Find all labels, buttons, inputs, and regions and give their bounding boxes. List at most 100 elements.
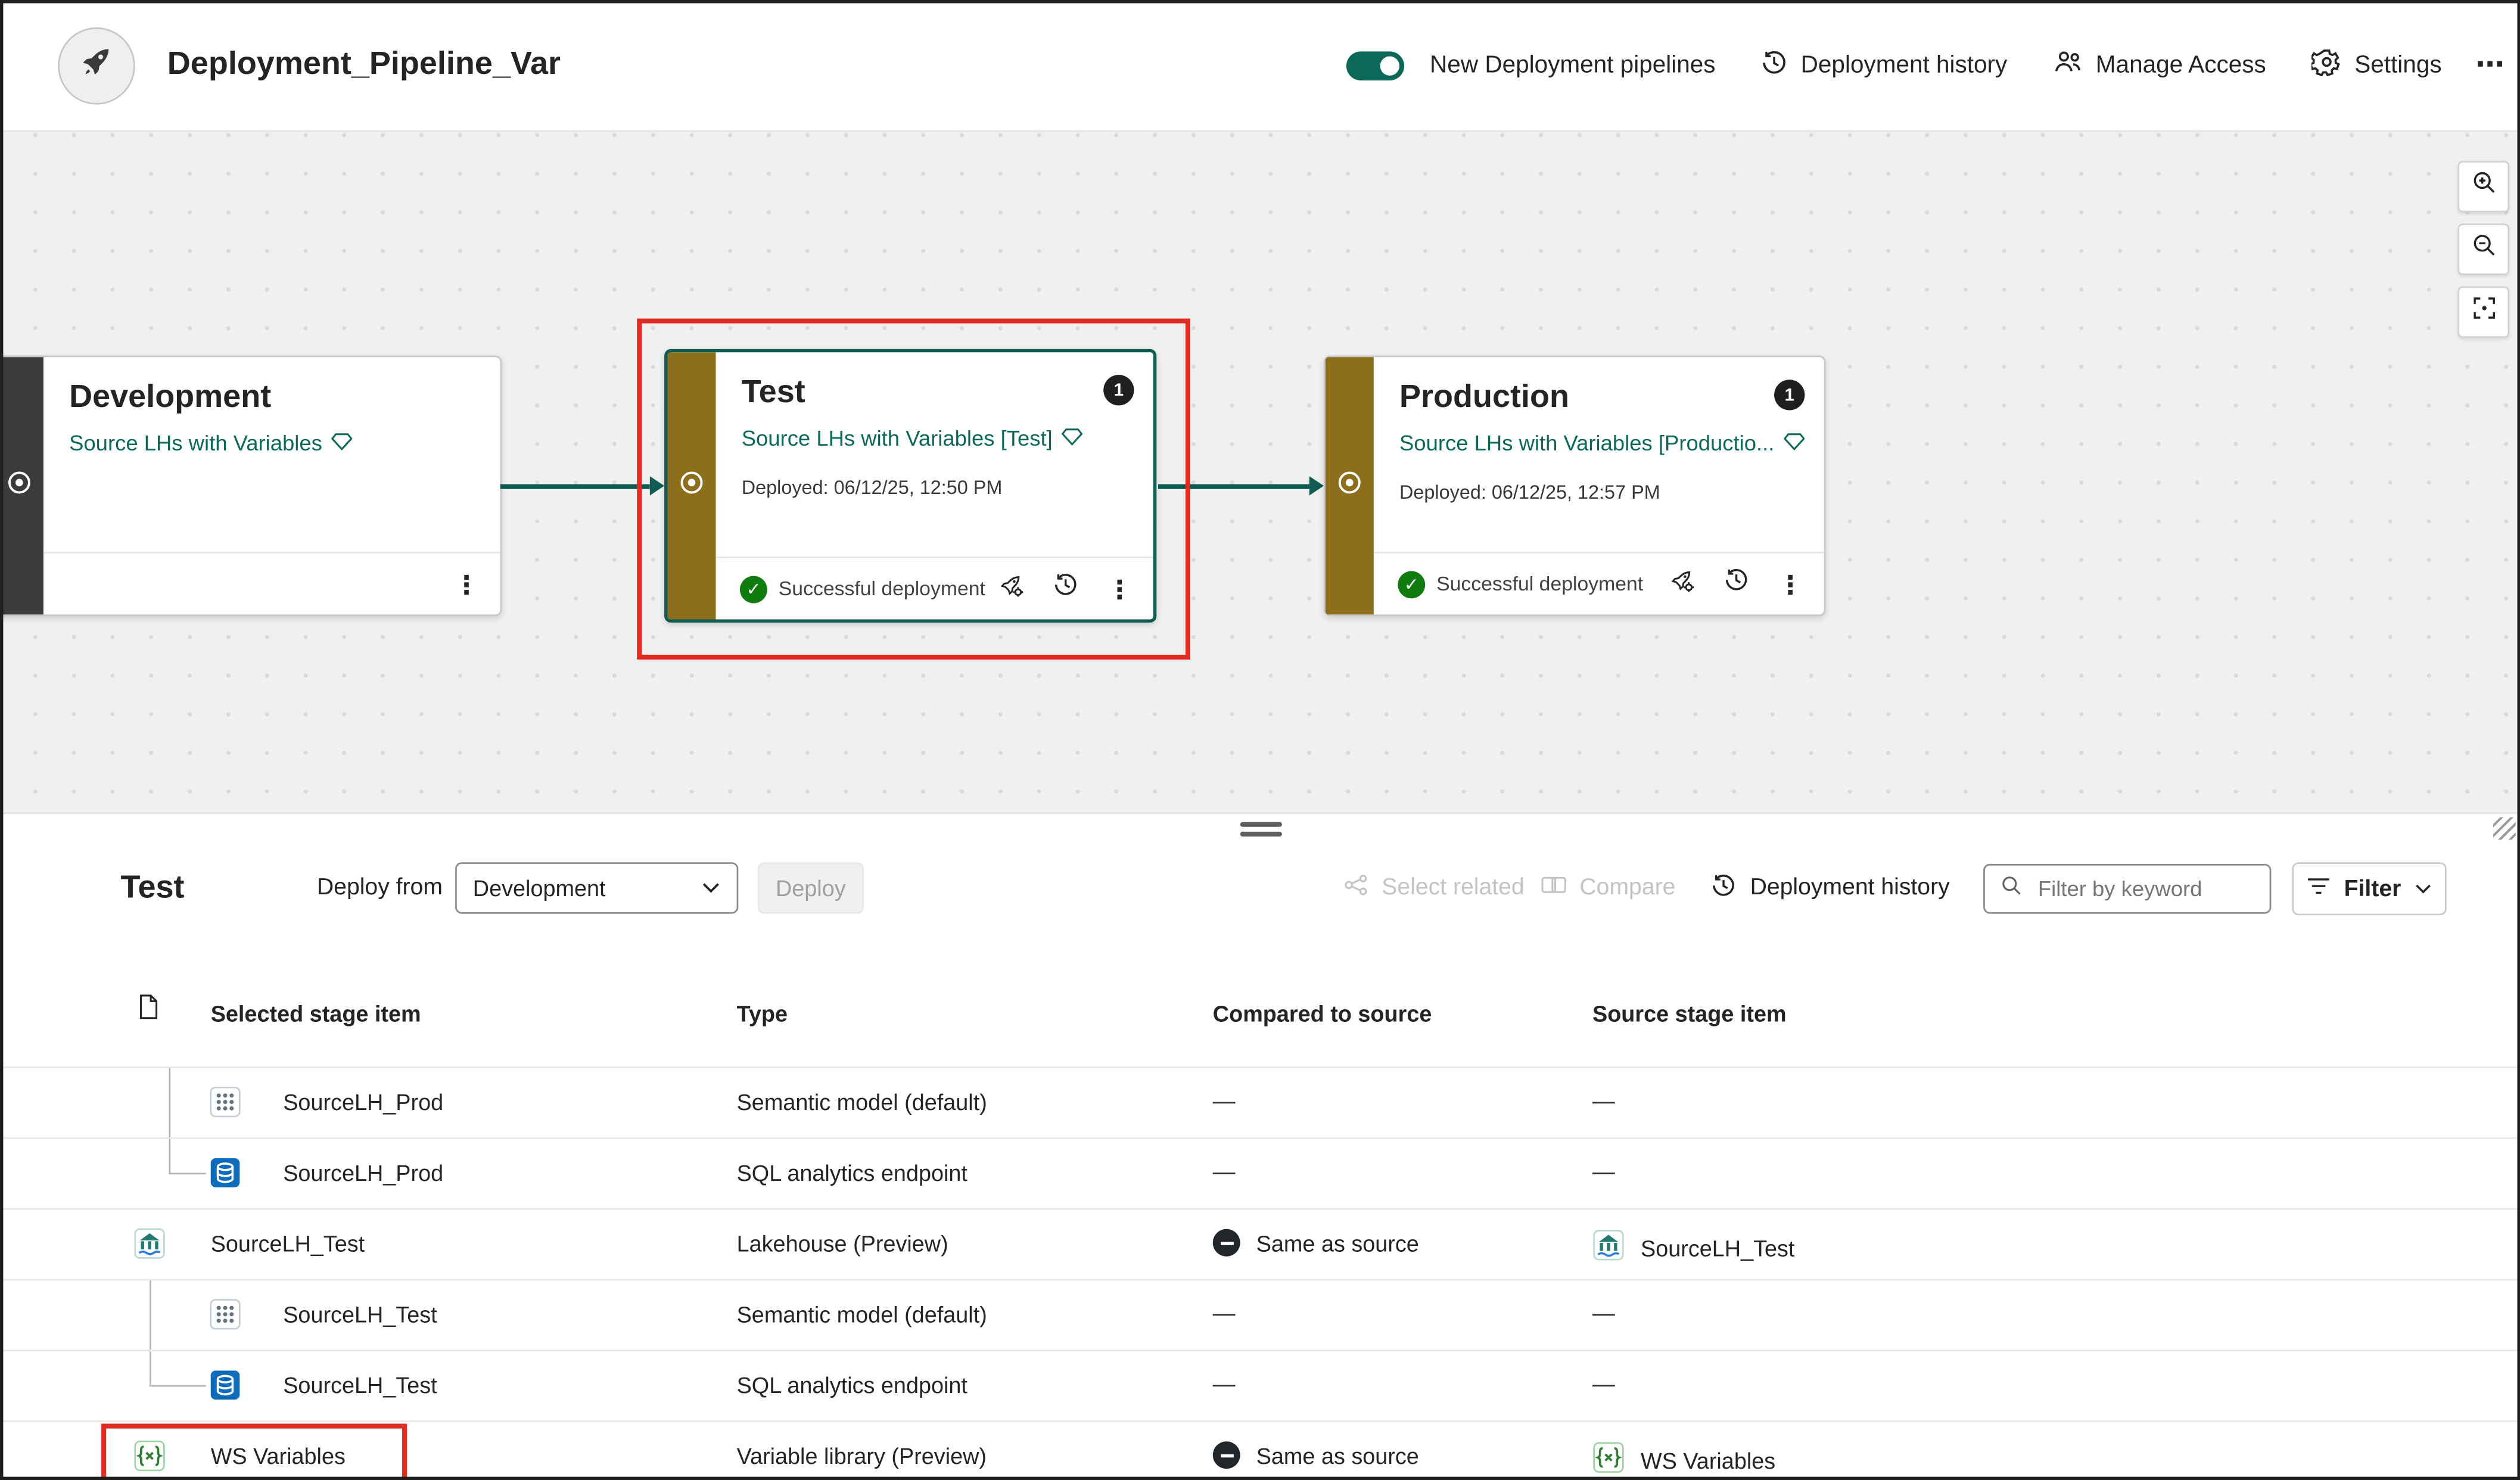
page-title: Deployment_Pipeline_Var [167,46,561,83]
more-vertical-icon: ⋮ [1778,568,1803,599]
deployment-status-label: Successful deployment [1436,573,1643,595]
stage-card-body: Test 1 Source LHs with Variables [Test] … [716,352,1153,619]
table-row-sourcelh-test-lakehouse[interactable]: SourceLH_Test Lakehouse (Preview) Same a… [0,1208,2520,1280]
stage-name: Production [1399,377,1569,418]
stage-card-development[interactable]: Development Source LHs with Variables ⋮ [0,356,502,616]
table-row-ws-variables[interactable]: WS Variables Variable library (Preview) … [0,1420,2520,1480]
deploy-from-dropdown[interactable]: Development [455,862,738,913]
workspace-name: Source LHs with Variables [69,431,322,456]
success-check-icon: ✓ [1398,570,1425,598]
zoom-out-button[interactable] [2458,223,2509,275]
sql-endpoint-icon [209,1369,241,1401]
stage-history-button[interactable] [1715,563,1756,605]
panel-title: Test [121,862,185,913]
variable-library-icon [1592,1441,1625,1478]
endorsement-diamond-icon [1062,427,1083,451]
stage-card-footer: ✓ Successful deployment [1374,552,1824,614]
variable-library-icon [133,1440,166,1472]
item-type: SQL analytics endpoint [737,1372,967,1398]
stage-history-button[interactable] [1044,568,1085,610]
item-name: SourceLH_Test [211,1231,365,1257]
lakehouse-icon [133,1227,166,1260]
stage-card-body: Development Source LHs with Variables ⋮ [43,357,500,614]
gear-icon [2311,46,2341,83]
column-header-type: Type [737,1000,788,1026]
stage-more-button[interactable]: ⋮ [1769,563,1811,605]
filter-button[interactable]: Filter [2292,862,2447,915]
stage-strip [668,352,716,619]
table-row-sourcelh-test-sql[interactable]: SourceLH_Test SQL analytics endpoint — — [0,1350,2520,1422]
stage-strip [1326,357,1374,614]
stage-connector-icon [677,467,707,504]
keyword-filter-input[interactable] [2035,875,2255,903]
deployment-history-label: Deployment history [1801,51,2008,79]
compare-button[interactable]: Compare [1541,862,1676,913]
history-icon [1051,571,1078,607]
settings-label: Settings [2354,51,2441,79]
select-related-button[interactable]: Select related [1343,862,1525,913]
fit-to-screen-button[interactable] [2458,287,2509,338]
deployment-history-button[interactable]: Deployment history [1741,38,2025,92]
column-header-selected-stage-item: Selected stage item [211,1000,421,1026]
table-row-sourcelh-test-semantic[interactable]: SourceLH_Test Semantic model (default) —… [0,1279,2520,1352]
deployment-status-label: Successful deployment [779,577,985,600]
deployed-timestamp: Deployed: 06/12/25, 12:57 PM [1399,481,1805,503]
compare-label: Compare [1579,875,1675,901]
item-count-badge: 1 [1774,380,1805,410]
rocket-icon [77,42,116,88]
item-name: SourceLH_Test [283,1372,437,1398]
stage-more-button[interactable]: ⋮ [446,563,487,605]
pipeline-logo [58,27,135,104]
stage-more-button[interactable]: ⋮ [1099,568,1140,610]
workspace-link[interactable]: Source LHs with Variables [Test] [742,427,1134,451]
item-type: Semantic model (default) [737,1301,987,1327]
resize-corner-handle[interactable] [2493,817,2516,840]
settings-button[interactable]: Settings [2294,37,2460,94]
deploy-from-label: Deploy from [317,862,443,913]
table-row-sourcelh-prod-sql[interactable]: SourceLH_Prod SQL analytics endpoint — — [0,1137,2520,1210]
more-options-button[interactable]: ⋯ [2469,48,2505,82]
semantic-model-icon [209,1298,241,1330]
compared-text: Same as source [1256,1442,1419,1468]
deployed-timestamp: Deployed: 06/12/25, 12:50 PM [742,476,1134,499]
deploy-rocket-gear-icon [997,571,1024,607]
stage-strip [0,357,43,614]
table-row-sourcelh-prod-semantic[interactable]: SourceLH_Prod Semantic model (default) —… [0,1067,2520,1139]
workspace-link[interactable]: Source LHs with Variables [69,431,481,456]
history-icon [1759,48,1788,83]
panel-deployment-history-label: Deployment history [1750,875,1950,901]
item-count-badge: 1 [1103,375,1134,405]
compared-to-source-value: — [1213,1370,1236,1396]
stage-card-production[interactable]: Production 1 Source LHs with Variables [… [1324,356,1825,616]
pipeline-canvas: Development Source LHs with Variables ⋮ [0,132,2520,812]
header-actions: New Deployment pipelines Deployment hist… [1346,37,2505,94]
panel-resize-handle[interactable] [1239,822,1281,837]
stage-card-test[interactable]: Test 1 Source LHs with Variables [Test] … [664,349,1156,623]
compared-to-source-value: Same as source [1213,1229,1419,1257]
keyword-filter-search [1983,864,2271,914]
filter-label: Filter [2344,876,2401,901]
history-icon [1722,566,1749,601]
zoom-in-button[interactable] [2458,161,2509,212]
manage-access-button[interactable]: Manage Access [2034,37,2283,94]
more-vertical-icon: ⋮ [453,568,479,599]
item-type: Semantic model (default) [737,1089,987,1115]
zoom-in-icon [2470,169,2497,204]
panel-deployment-history-button[interactable]: Deployment history [1710,862,1950,913]
search-icon [1999,873,2024,905]
source-stage-item-value: — [1592,1087,1615,1113]
zoom-controls [2458,161,2509,338]
more-vertical-icon: ⋮ [1107,574,1133,604]
new-pipelines-toggle[interactable] [1346,51,1404,80]
item-type: Lakehouse (Preview) [737,1231,948,1257]
endorsement-diamond-icon [332,431,353,456]
deploy-settings-button[interactable] [990,568,1031,610]
toggle-knob [1380,55,1399,74]
compared-to-source-value: — [1213,1087,1236,1113]
deploy-settings-button[interactable] [1660,563,1701,605]
people-icon [2052,46,2083,83]
deployment-status: ✓ Successful deployment [740,575,985,602]
deploy-button[interactable]: Deploy [758,862,864,913]
workspace-link[interactable]: Source LHs with Variables [Productio... [1399,431,1805,456]
zoom-out-icon [2470,232,2497,267]
